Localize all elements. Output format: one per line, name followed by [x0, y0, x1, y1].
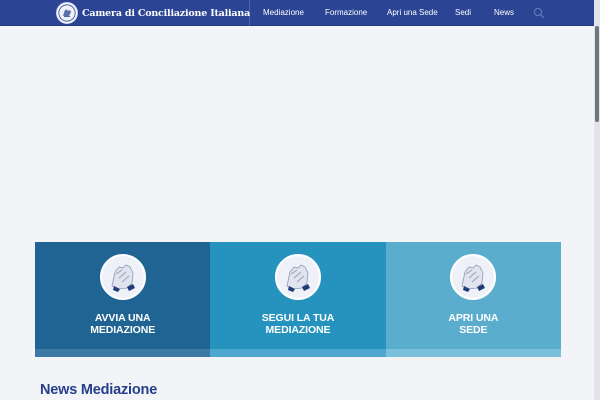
tile-label: AVVIA UNA MEDIAZIONE [90, 312, 156, 336]
handshake-icon [274, 254, 321, 300]
search-icon[interactable] [532, 6, 546, 20]
nav-item-mediazione[interactable]: Mediazione [263, 0, 304, 26]
nav-item-apri-una-sede[interactable]: Apri una Sede [387, 0, 438, 26]
tile-avvia-mediazione[interactable]: AVVIA UNA MEDIAZIONE [35, 242, 211, 357]
handshake-icon [450, 254, 497, 300]
hands-logo-icon [56, 2, 78, 24]
tile-stripe [210, 349, 386, 357]
page-scrollbar[interactable] [594, 0, 600, 400]
tile-apri-sede[interactable]: APRI UNA SEDE [385, 242, 561, 357]
news-section-title: News Mediazione [40, 382, 158, 398]
nav-item-news[interactable]: News [494, 0, 514, 26]
tile-stripe [35, 349, 211, 357]
brand-name: Camera di Conciliazione Italiana [82, 7, 251, 19]
brand-link[interactable]: Camera di Conciliazione Italiana [56, 2, 250, 24]
tile-stripe [385, 349, 561, 357]
tile-label: APRI UNA SEDE [448, 312, 499, 336]
scrollbar-thumb[interactable] [595, 26, 599, 122]
tile-label: SEGUI LA TUA MEDIAZIONE [261, 312, 335, 336]
top-navbar: Camera di Conciliazione Italiana Mediazi… [0, 0, 600, 26]
action-tiles: AVVIA UNA MEDIAZIONE SEGUI LA TUA MEDIAZ… [35, 242, 561, 357]
nav-item-formazione[interactable]: Formazione [325, 0, 367, 26]
nav-item-sedi[interactable]: Sedi [455, 0, 471, 26]
tile-segui-mediazione[interactable]: SEGUI LA TUA MEDIAZIONE [210, 242, 386, 357]
handshake-icon [99, 254, 146, 300]
nav-divider [249, 0, 250, 26]
